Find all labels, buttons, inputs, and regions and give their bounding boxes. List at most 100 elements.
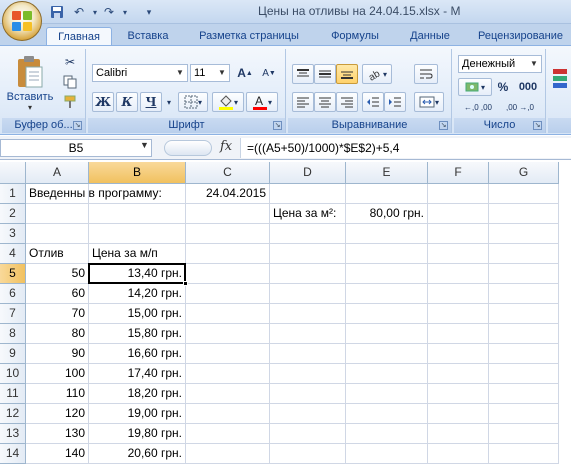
cell-e6[interactable] xyxy=(346,284,428,304)
cell-g3[interactable] xyxy=(489,224,559,244)
cell-a3[interactable] xyxy=(26,224,89,244)
row-header-6[interactable]: 6 xyxy=(0,284,26,304)
cell-e10[interactable] xyxy=(346,364,428,384)
tab-home[interactable]: Главная xyxy=(46,27,112,46)
align-top-icon[interactable] xyxy=(292,64,314,84)
fill-color-button[interactable]: ▾ xyxy=(212,92,244,112)
cell-d9[interactable] xyxy=(270,344,346,364)
cell-d5[interactable] xyxy=(270,264,346,284)
name-box[interactable]: B5 xyxy=(0,139,152,157)
row-header-7[interactable]: 7 xyxy=(0,304,26,324)
column-header-c[interactable]: C xyxy=(186,162,270,184)
cell-b2[interactable] xyxy=(89,204,186,224)
thousands-separator-button[interactable]: 000 xyxy=(514,78,542,96)
font-color-button[interactable]: A ▾ xyxy=(246,92,278,112)
cell-e5[interactable] xyxy=(346,264,428,284)
cut-icon[interactable]: ✂ xyxy=(60,53,80,71)
office-button[interactable] xyxy=(2,1,42,41)
decrease-decimal-button[interactable]: ,00 →,0 xyxy=(500,99,540,117)
cell-a11[interactable]: 110 xyxy=(26,384,89,404)
cell-b4[interactable]: Цена за м/п xyxy=(89,244,186,264)
cell-b1[interactable] xyxy=(89,184,186,204)
cell-e4[interactable] xyxy=(346,244,428,264)
paste-dropdown-icon[interactable]: ▾ xyxy=(28,103,32,112)
row-header-3[interactable]: 3 xyxy=(0,224,26,244)
column-header-e[interactable]: E xyxy=(346,162,428,184)
merge-center-button[interactable]: ▾ xyxy=(414,92,444,112)
row-header-2[interactable]: 2 xyxy=(0,204,26,224)
align-right-icon[interactable] xyxy=(336,92,358,112)
cell-b5[interactable]: 13,40 грн. xyxy=(89,264,186,284)
cell-a10[interactable]: 100 xyxy=(26,364,89,384)
select-all-corner[interactable] xyxy=(0,162,26,184)
cell-e7[interactable] xyxy=(346,304,428,324)
cell-a7[interactable]: 70 xyxy=(26,304,89,324)
cell-b3[interactable] xyxy=(89,224,186,244)
cell-b11[interactable]: 18,20 грн. xyxy=(89,384,186,404)
row-header-14[interactable]: 14 xyxy=(0,444,26,464)
worksheet-grid[interactable]: A B C D E F G 1 Введенны в программу: 24.04.2015 2… xyxy=(0,162,571,467)
cell-f7[interactable] xyxy=(428,304,489,324)
underline-button[interactable]: Ч xyxy=(140,92,162,112)
cell-c6[interactable] xyxy=(186,284,270,304)
cell-e13[interactable] xyxy=(346,424,428,444)
cell-d14[interactable] xyxy=(270,444,346,464)
cell-e14[interactable] xyxy=(346,444,428,464)
cell-a6[interactable]: 60 xyxy=(26,284,89,304)
cell-d13[interactable] xyxy=(270,424,346,444)
row-header-13[interactable]: 13 xyxy=(0,424,26,444)
column-header-f[interactable]: F xyxy=(428,162,489,184)
cell-b6[interactable]: 14,20 грн. xyxy=(89,284,186,304)
cell-f5[interactable] xyxy=(428,264,489,284)
cell-c3[interactable] xyxy=(186,224,270,244)
underline-dropdown-icon[interactable]: ▾ xyxy=(164,92,174,112)
conditional-format-icon[interactable] xyxy=(550,64,570,94)
column-header-g[interactable]: G xyxy=(489,162,559,184)
cell-f10[interactable] xyxy=(428,364,489,384)
save-icon[interactable] xyxy=(48,3,66,21)
chevron-down-icon[interactable]: ▼ xyxy=(140,140,149,150)
cell-e8[interactable] xyxy=(346,324,428,344)
cell-g14[interactable] xyxy=(489,444,559,464)
bold-button[interactable]: Ж xyxy=(92,92,114,112)
cell-f11[interactable] xyxy=(428,384,489,404)
cell-f9[interactable] xyxy=(428,344,489,364)
cell-b13[interactable]: 19,80 грн. xyxy=(89,424,186,444)
cell-d10[interactable] xyxy=(270,364,346,384)
redo-dropdown-icon[interactable]: ▾ xyxy=(116,3,134,21)
column-header-b[interactable]: B xyxy=(89,162,186,184)
cell-g12[interactable] xyxy=(489,404,559,424)
grow-font-button[interactable]: A ▲ xyxy=(234,64,256,82)
align-left-icon[interactable] xyxy=(292,92,314,112)
cell-a8[interactable]: 80 xyxy=(26,324,89,344)
cell-e12[interactable] xyxy=(346,404,428,424)
orientation-button[interactable]: ab ▾ xyxy=(362,64,392,84)
cell-c2[interactable] xyxy=(186,204,270,224)
font-launcher-icon[interactable]: ↘ xyxy=(273,121,282,130)
cell-g4[interactable] xyxy=(489,244,559,264)
cell-f3[interactable] xyxy=(428,224,489,244)
cell-a12[interactable]: 120 xyxy=(26,404,89,424)
copy-icon[interactable] xyxy=(60,73,80,91)
paste-button[interactable]: Вставить ▾ xyxy=(4,51,56,115)
cell-g10[interactable] xyxy=(489,364,559,384)
cell-c4[interactable] xyxy=(186,244,270,264)
column-header-a[interactable]: A xyxy=(26,162,89,184)
shrink-font-button[interactable]: A ▼ xyxy=(258,64,280,82)
cell-d1[interactable] xyxy=(270,184,346,204)
cell-g7[interactable] xyxy=(489,304,559,324)
cell-b8[interactable]: 15,80 грн. xyxy=(89,324,186,344)
number-launcher-icon[interactable]: ↘ xyxy=(533,121,542,130)
cell-a14[interactable]: 140 xyxy=(26,444,89,464)
currency-format-button[interactable]: ▾ xyxy=(458,78,492,96)
row-header-4[interactable]: 4 xyxy=(0,244,26,264)
cell-f4[interactable] xyxy=(428,244,489,264)
formula-bar-splitter[interactable] xyxy=(164,140,212,156)
cell-d12[interactable] xyxy=(270,404,346,424)
cell-a9[interactable]: 90 xyxy=(26,344,89,364)
cell-f1[interactable] xyxy=(428,184,489,204)
cell-d6[interactable] xyxy=(270,284,346,304)
row-header-12[interactable]: 12 xyxy=(0,404,26,424)
cell-b7[interactable]: 15,00 грн. xyxy=(89,304,186,324)
cell-c9[interactable] xyxy=(186,344,270,364)
